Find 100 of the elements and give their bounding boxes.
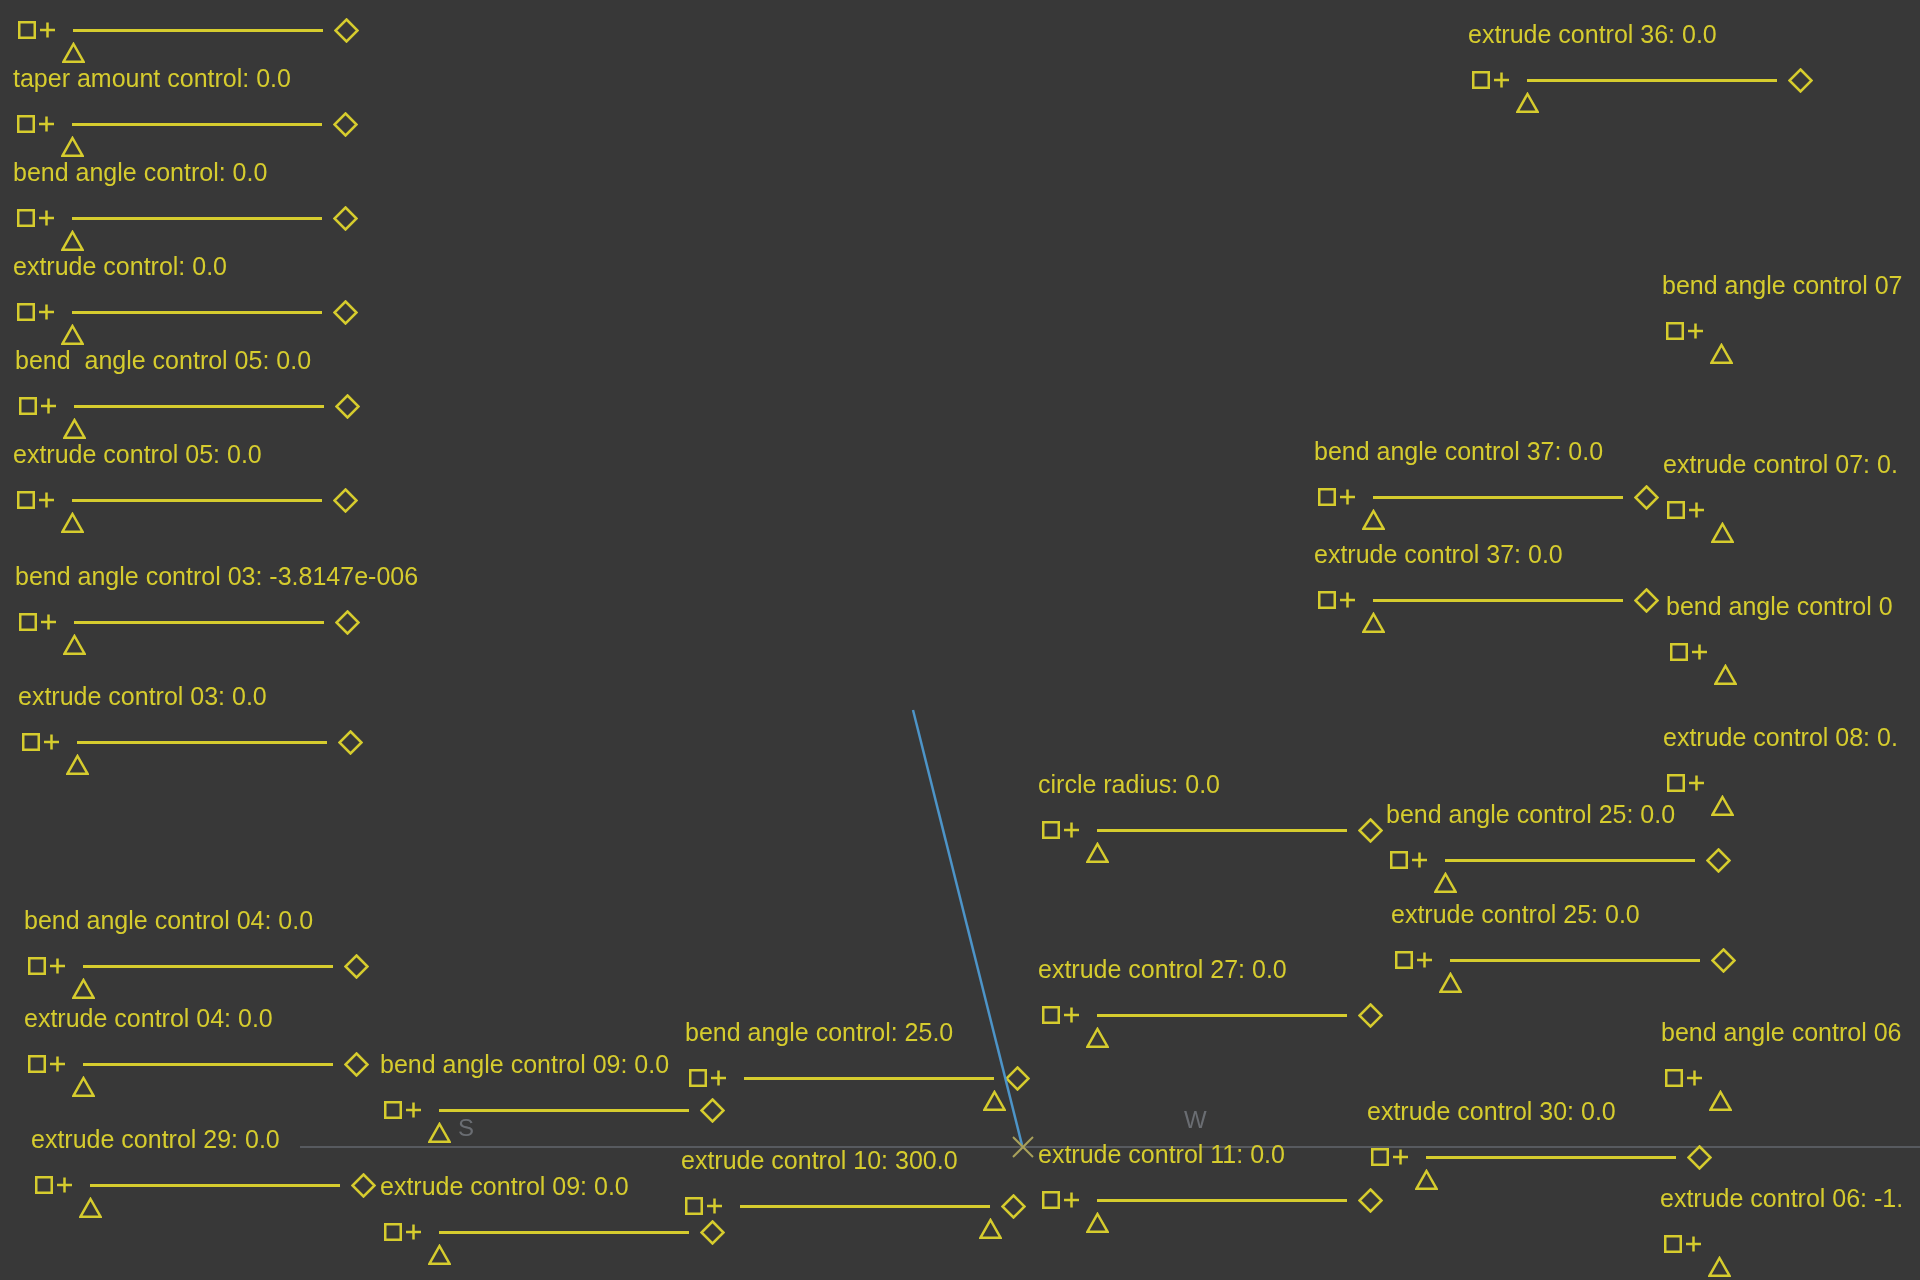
slider-thumb[interactable] [1515,91,1539,113]
square-plus-icon[interactable] [1318,488,1356,506]
diamond-handle[interactable] [1706,847,1731,873]
slider-thumb[interactable] [1085,1211,1109,1233]
square-plus-icon[interactable] [28,957,66,975]
control-label: bend angle control 04: 0.0 [24,906,314,935]
diamond-handle[interactable] [1634,587,1659,613]
square-plus-icon[interactable] [685,1197,723,1215]
slider-thumb[interactable] [60,135,84,157]
control-label: extrude control 30: 0.0 [1367,1097,1616,1126]
slider-thumb[interactable] [1085,1026,1109,1048]
slider-thumb[interactable] [62,417,86,439]
diamond-handle[interactable] [1358,1187,1383,1213]
slider-thumb[interactable] [71,977,95,999]
diamond-handle[interactable] [344,1051,369,1077]
square-plus-icon[interactable] [1042,821,1080,839]
diamond-handle[interactable] [335,393,360,419]
square-plus-icon[interactable] [1042,1006,1080,1024]
control-label: extrude control 06: -1. [1660,1184,1904,1213]
square-plus-icon[interactable] [17,491,55,509]
slider-thumb[interactable] [1438,971,1462,993]
control-label: extrude control 11: 0.0 [1038,1140,1285,1169]
diamond-handle[interactable] [333,111,358,137]
diamond-handle[interactable] [1358,817,1383,843]
diamond-handle[interactable] [1634,484,1659,510]
control-label: extrude control 25: 0.0 [1391,900,1640,929]
square-plus-icon[interactable] [35,1176,73,1194]
diamond-handle[interactable] [334,17,359,43]
diamond-handle[interactable] [1005,1065,1030,1091]
square-plus-icon[interactable] [1670,643,1708,661]
square-plus-icon[interactable] [1664,1235,1702,1253]
triangle-handle[interactable] [1709,342,1733,364]
slider-thumb[interactable] [978,1217,1002,1239]
diamond-handle[interactable] [1788,67,1813,93]
square-plus-icon[interactable] [1666,322,1704,340]
slider-thumb[interactable] [1361,611,1385,633]
square-plus-icon[interactable] [1318,591,1356,609]
diamond-handle[interactable] [335,609,360,635]
control-label: bend angle control 09: 0.0 [380,1050,670,1079]
square-plus-icon[interactable] [689,1069,727,1087]
diamond-handle[interactable] [1358,1002,1383,1028]
triangle-handle[interactable] [1710,521,1734,543]
slider-thumb[interactable] [60,323,84,345]
square-plus-icon[interactable] [384,1223,422,1241]
slider-thumb[interactable] [65,753,89,775]
slider-thumb[interactable] [1085,841,1109,863]
triangle-handle[interactable] [1713,663,1737,685]
triangle-handle[interactable] [1710,794,1734,816]
square-plus-icon[interactable] [1042,1191,1080,1209]
triangle-handle[interactable] [1708,1089,1732,1111]
square-plus-icon[interactable] [1395,951,1433,969]
diamond-handle[interactable] [333,487,358,513]
control-label: bend angle control: 25.0 [685,1018,954,1047]
square-plus-icon[interactable] [17,209,55,227]
diamond-handle[interactable] [333,299,358,325]
diamond-handle[interactable] [1711,947,1736,973]
slider-thumb[interactable] [427,1121,451,1143]
square-plus-icon[interactable] [1390,851,1428,869]
square-plus-icon[interactable] [1667,501,1705,519]
square-plus-icon[interactable] [18,21,56,39]
cross-marker-icon [1012,1136,1034,1158]
slider-thumb[interactable] [62,633,86,655]
control-label: extrude control 04: 0.0 [24,1004,273,1033]
slider-thumb[interactable] [1361,508,1385,530]
square-plus-icon[interactable] [19,613,57,631]
diamond-handle[interactable] [351,1172,376,1198]
diamond-handle[interactable] [344,953,369,979]
control-label: extrude control 09: 0.0 [380,1172,629,1201]
diamond-handle[interactable] [1687,1144,1712,1170]
diamond-handle[interactable] [1001,1193,1026,1219]
control-label: circle radius: 0.0 [1038,770,1221,799]
slider-thumb[interactable] [71,1075,95,1097]
slider-thumb[interactable] [78,1196,102,1218]
square-plus-icon[interactable] [1665,1069,1703,1087]
control-label: bend angle control 06 [1661,1018,1902,1047]
slider-thumb[interactable] [427,1243,451,1265]
slider-thumb[interactable] [60,511,84,533]
square-plus-icon[interactable] [28,1055,66,1073]
diamond-handle[interactable] [700,1097,725,1123]
square-plus-icon[interactable] [384,1101,422,1119]
slider-thumb[interactable] [982,1089,1006,1111]
square-plus-icon[interactable] [19,397,57,415]
slider-thumb[interactable] [1433,871,1457,893]
square-plus-icon[interactable] [17,115,55,133]
triangle-handle[interactable] [1707,1255,1731,1277]
square-plus-icon[interactable] [17,303,55,321]
square-plus-icon[interactable] [1472,71,1510,89]
control-label: extrude control 03: 0.0 [18,682,267,711]
square-plus-icon[interactable] [1371,1148,1409,1166]
square-plus-icon[interactable] [1667,774,1705,792]
slider-thumb[interactable] [60,229,84,251]
control-label: bend angle control: 0.0 [13,158,268,187]
slider-thumb[interactable] [1414,1168,1438,1190]
diamond-handle[interactable] [700,1219,725,1245]
square-plus-icon[interactable] [22,733,60,751]
diamond-handle[interactable] [333,205,358,231]
control-label: extrude control 10: 300.0 [681,1146,958,1175]
slider-thumb[interactable] [61,41,85,63]
control-label: bend angle control 25: 0.0 [1386,800,1676,829]
diamond-handle[interactable] [338,729,363,755]
